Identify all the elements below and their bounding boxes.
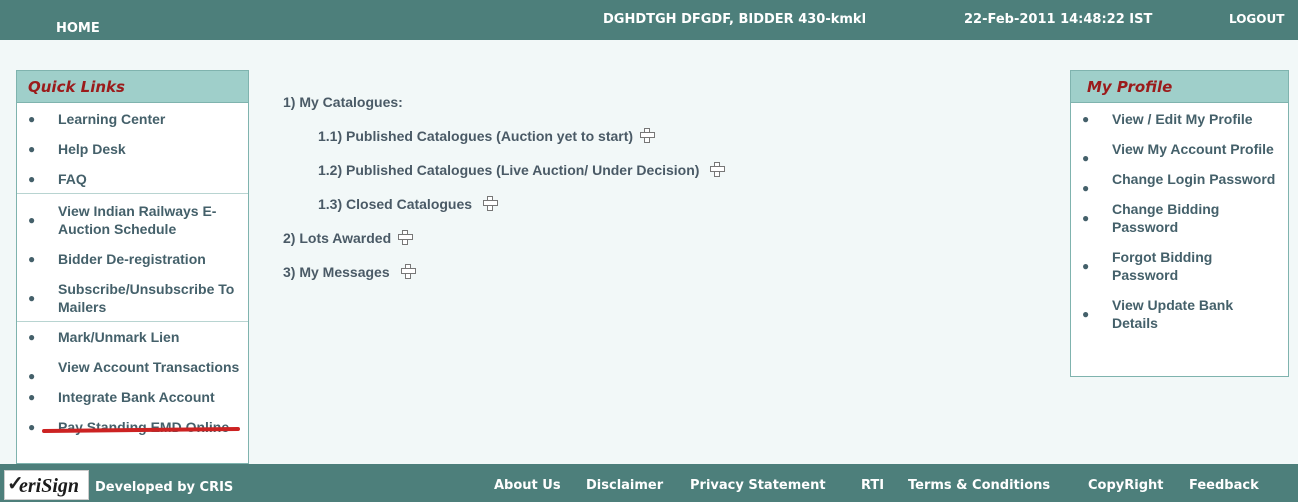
- profile-link-label: Change Login Password: [1112, 171, 1276, 187]
- quick-link-faq[interactable]: ● FAQ: [17, 170, 248, 188]
- profile-link-forgot-bidding-password[interactable]: ● Forgot Bidding Password: [1071, 248, 1288, 284]
- bullet-icon: ●: [1082, 307, 1090, 321]
- bullet-icon: ●: [1082, 112, 1090, 126]
- lots-awarded-label: 2) Lots Awarded: [283, 230, 392, 246]
- quick-link-auction-schedule[interactable]: ● View Indian Railways E-Auction Schedule: [17, 202, 248, 238]
- profile-link-label: View Update Bank Details: [1112, 297, 1234, 331]
- my-catalogues-label: 1) My Catalogues:: [283, 94, 403, 110]
- bullet-icon: ●: [28, 252, 36, 266]
- footer-bar: ✓ eriSign Developed by CRIS About Us Dis…: [0, 464, 1298, 502]
- verisign-logo-text: eriSign: [19, 475, 80, 497]
- my-catalogues-heading: 1) My Catalogues:: [283, 94, 403, 110]
- quick-links-group-2: ● View Indian Railways E-Auction Schedule…: [17, 194, 248, 322]
- quick-link-mark-lien[interactable]: ● Mark/Unmark Lien: [17, 328, 248, 346]
- bullet-icon: ●: [28, 112, 36, 126]
- quick-links-title: Quick Links: [17, 71, 248, 103]
- footer-link-about-us[interactable]: About Us: [494, 478, 561, 493]
- top-bar: HOME DGHDTGH DFGDF, BIDDER 430-kmkl 22-F…: [0, 0, 1298, 40]
- footer-link-feedback[interactable]: Feedback: [1189, 478, 1259, 493]
- bullet-icon: ●: [1082, 211, 1090, 225]
- quick-links-group-3: ● Mark/Unmark Lien ● View Account Transact…: [17, 322, 248, 436]
- plus-icon[interactable]: [397, 229, 414, 245]
- quick-link-label: Subscribe/Unsubscribe To Mailers: [58, 281, 235, 315]
- my-messages-label: 3) My Messages: [283, 264, 390, 280]
- plus-icon[interactable]: [709, 161, 726, 177]
- profile-link-change-bidding-password[interactable]: ● Change Bidding Password: [1071, 200, 1288, 236]
- profile-link-account-profile[interactable]: ● View My Account Profile: [1071, 140, 1288, 165]
- quick-link-label: View Indian Railways E-Auction Schedule: [58, 203, 217, 237]
- profile-link-label: Change Bidding Password: [1112, 201, 1220, 235]
- quick-link-label: Bidder De-registration: [58, 251, 206, 267]
- my-profile-list: ● View / Edit My Profile ● View My Account…: [1071, 103, 1288, 332]
- quick-link-label: View Account Transactions: [58, 359, 240, 375]
- logout-link[interactable]: LOGOUT: [1229, 12, 1284, 26]
- quick-link-label: Learning Center: [58, 111, 166, 127]
- footer-link-privacy[interactable]: Privacy Statement: [690, 478, 826, 493]
- footer-link-terms[interactable]: Terms & Conditions: [908, 478, 1050, 493]
- quick-link-account-transactions[interactable]: ● View Account Transactions: [17, 358, 248, 383]
- quick-link-deregistration[interactable]: ● Bidder De-registration: [17, 250, 248, 268]
- published-yet-to-start-label: 1.1) Published Catalogues (Auction yet t…: [318, 128, 634, 144]
- published-yet-to-start-link[interactable]: 1.1) Published Catalogues (Auction yet t…: [318, 127, 656, 144]
- bullet-icon: ●: [28, 172, 36, 186]
- plus-icon[interactable]: [639, 127, 656, 143]
- bullet-icon: ●: [28, 291, 36, 305]
- quick-link-mailers[interactable]: ● Subscribe/Unsubscribe To Mailers: [17, 280, 248, 316]
- bullet-icon: ●: [28, 330, 36, 344]
- bullet-icon: ●: [1082, 151, 1090, 165]
- quick-link-label: Integrate Bank Account: [58, 389, 215, 405]
- quick-links-group-1: ● Learning Center ● Help Desk ● FAQ: [17, 103, 248, 194]
- user-name: DGHDTGH DFGDF, BIDDER 430-kmkl: [603, 12, 867, 27]
- closed-catalogues-label: 1.3) Closed Catalogues: [318, 196, 473, 212]
- published-live-label: 1.2) Published Catalogues (Live Auction/…: [318, 162, 700, 178]
- published-live-link[interactable]: 1.2) Published Catalogues (Live Auction/…: [318, 161, 726, 178]
- plus-icon[interactable]: [482, 195, 499, 211]
- footer-link-copyright[interactable]: CopyRight: [1088, 478, 1164, 493]
- bullet-icon: ●: [28, 213, 36, 227]
- date-time: 22-Feb-2011 14:48:22 IST: [964, 12, 1153, 27]
- bullet-icon: ●: [28, 142, 36, 156]
- my-profile-panel: My Profile ● View / Edit My Profile ● View…: [1070, 70, 1289, 377]
- bullet-icon: ●: [1082, 181, 1090, 195]
- developed-by-text: Developed by CRIS: [95, 480, 234, 495]
- profile-link-label: View / Edit My Profile: [1112, 111, 1253, 127]
- bullet-icon: ●: [1082, 259, 1090, 273]
- profile-link-update-bank-details[interactable]: ● View Update Bank Details: [1071, 296, 1288, 332]
- content-area: Quick Links ● Learning Center ● Help Desk …: [0, 40, 1298, 464]
- bullet-icon: ●: [28, 420, 36, 434]
- quick-link-learning-center[interactable]: ● Learning Center: [17, 110, 248, 128]
- my-messages-link[interactable]: 3) My Messages: [283, 263, 416, 280]
- profile-link-label: View My Account Profile: [1112, 141, 1274, 157]
- lots-awarded-link[interactable]: 2) Lots Awarded: [283, 229, 414, 246]
- quick-links-panel: Quick Links ● Learning Center ● Help Desk …: [16, 70, 249, 464]
- quick-link-label: FAQ: [58, 171, 87, 187]
- profile-link-change-login-password[interactable]: ● Change Login Password: [1071, 170, 1288, 195]
- quick-link-help-desk[interactable]: ● Help Desk: [17, 140, 248, 158]
- quick-link-label: Mark/Unmark Lien: [58, 329, 180, 345]
- my-profile-title: My Profile: [1071, 71, 1288, 103]
- footer-link-rti[interactable]: RTI: [861, 478, 884, 493]
- bullet-icon: ●: [28, 369, 36, 383]
- profile-link-label: Forgot Bidding Password: [1112, 249, 1213, 283]
- profile-link-edit-profile[interactable]: ● View / Edit My Profile: [1071, 110, 1288, 128]
- quick-link-integrate-bank[interactable]: ● Integrate Bank Account: [17, 388, 248, 406]
- quick-link-label: Help Desk: [58, 141, 126, 157]
- home-link[interactable]: HOME: [56, 21, 100, 36]
- plus-icon[interactable]: [400, 263, 416, 279]
- verisign-logo[interactable]: ✓ eriSign: [4, 470, 89, 500]
- footer-link-disclaimer[interactable]: Disclaimer: [586, 478, 663, 493]
- bullet-icon: ●: [28, 390, 36, 404]
- closed-catalogues-link[interactable]: 1.3) Closed Catalogues: [318, 195, 499, 212]
